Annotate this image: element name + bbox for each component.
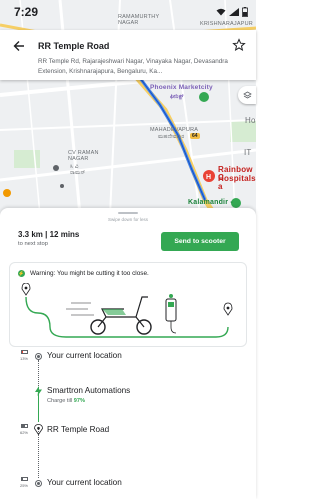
swipe-hint: Swipe down for less [107, 217, 149, 222]
battery-level: 13% [17, 350, 31, 361]
map-label-mahadevapura-kn: ಮಹದೇವಪುರ [158, 134, 185, 140]
timeline-item-title: RR Temple Road [47, 425, 110, 434]
star-icon[interactable] [232, 38, 246, 52]
battery-level: 25% [17, 477, 31, 488]
layers-icon [242, 91, 252, 98]
back-arrow-icon[interactable] [12, 39, 26, 53]
route-timeline: 13% Your current location Smarttron Auto… [0, 348, 256, 499]
lightning-icon: ⚡ [18, 270, 25, 277]
map-label-hoodi: Ho [245, 116, 256, 125]
location-marker-icon [35, 480, 42, 487]
destination-header: RR Temple Road RR Temple Rd, Rajarajeshw… [0, 30, 256, 80]
timeline-connector [38, 360, 39, 388]
trip-summary: 3.3 km | 12 mins [18, 230, 80, 239]
scooter-illustration [21, 283, 233, 338]
warning-text: Warning: You might be cutting it too clo… [30, 270, 149, 277]
battery-icon [20, 350, 28, 354]
wifi-icon [216, 8, 226, 16]
road-number-badge: 64 [190, 133, 200, 139]
timeline-item-title: Your current location [47, 478, 122, 487]
charging-bolt-icon [35, 386, 42, 396]
destination-address: RR Temple Rd, Rajarajeshwari Nagar, Vina… [38, 58, 228, 75]
map-label-kalamandir: Kalamandir - [188, 199, 233, 206]
map-layer-button[interactable] [238, 86, 256, 104]
trip-summary-sub: to next stop [18, 241, 48, 247]
charge-target: Charge till 97% [47, 398, 85, 404]
signal-icon [229, 8, 239, 16]
battery-icon [242, 7, 248, 17]
map-label-itpl: IT [244, 148, 252, 157]
battery-icon [20, 424, 28, 428]
destination-pin-icon [34, 424, 43, 435]
battery-icon [20, 477, 28, 481]
destination-title: RR Temple Road [38, 41, 110, 51]
timeline-connector [38, 428, 39, 478]
send-to-scooter-button[interactable]: Send to scooter [161, 232, 239, 251]
sheet-drag-handle[interactable] [118, 212, 138, 214]
status-icons [216, 7, 248, 17]
map-label-phoenix-kn: ಫೀನಿಕ್ಸ್ [170, 94, 184, 100]
timeline-connector-charging [38, 392, 39, 422]
map-label-phoenix: Phoenix Marketcity [150, 84, 213, 91]
battery-level: 62% [17, 424, 31, 435]
timeline-item-title: Your current location [47, 351, 122, 360]
status-bar: 7:29 [0, 0, 256, 24]
warning-card: ⚡ Warning: You might be cutting it too c… [9, 262, 247, 347]
map-label-cv-raman-kn: ಸಿ ವಿ ರಾಮನ್ [70, 164, 86, 176]
location-marker-icon [35, 353, 42, 360]
trip-bottom-sheet: Swipe down for less 3.3 km | 12 mins to … [0, 208, 256, 499]
status-time: 7:29 [14, 5, 39, 19]
map-label-rainbow-2: Hospitals a [218, 174, 256, 191]
charging-station-name: Smarttron Automations [47, 386, 131, 395]
svg-text:H: H [206, 174, 211, 181]
map-label-cv-raman-nagar: CV RAMAN NAGAR [68, 150, 99, 162]
